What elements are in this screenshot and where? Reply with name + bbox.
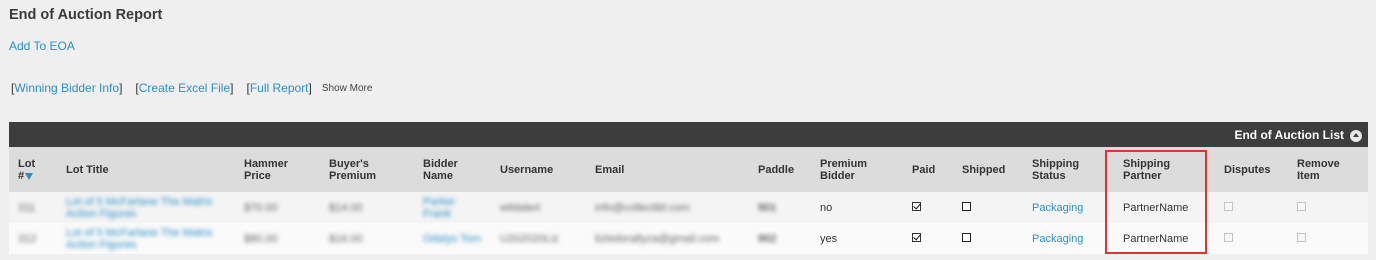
winning-bidder-info-link[interactable]: Winning Bidder Info [14,81,119,95]
full-report-link[interactable]: Full Report [250,81,309,95]
col-ship-status-header: Shipping Status [1032,157,1080,182]
paid-checkbox[interactable] [912,201,921,211]
col-paddle-header: Paddle [758,163,795,176]
winning-bidder-info-group: [Winning Bidder Info] [11,81,123,95]
shipping-status-link[interactable]: Packaging [1032,233,1083,245]
panel-title: End of Auction List [1234,127,1344,142]
col-premium-bidder-header: Premium Bidder [820,157,868,182]
disputes-checkbox[interactable] [1224,232,1233,242]
bidder-name-link[interactable]: Odalys Tom [414,223,491,254]
table-header-row: Lot # Lot Title Hammer Price Buyer's Premiu… [9,147,1368,192]
paid-checkbox[interactable] [912,232,921,242]
username: wildalert [500,201,541,214]
username: U202020Liz [500,232,559,245]
col-premium-header: Buyer's Premium [329,157,377,182]
show-more-link[interactable]: Show More [322,83,373,94]
paddle: 902 [758,232,777,245]
lot-title-link[interactable]: Lot of 5 McFarlane The Matrix Action Figu… [57,223,235,254]
premium-bidder: yes [820,232,838,245]
create-excel-file-link[interactable]: Create Excel File [139,81,230,95]
shipped-cell [953,223,1023,254]
disputes-checkbox[interactable] [1224,201,1233,211]
table-row: 312 Lot of 5 McFarlane The Matrix Action … [9,223,1368,254]
shipped-cell [953,192,1023,223]
table-row: 311 Lot of 5 McFarlane The Matrix Action … [9,192,1368,223]
paddle: 901 [758,201,777,214]
email: lizbidorallyza@gmail.com [595,232,720,245]
create-excel-group: [Create Excel File] [135,81,234,95]
col-remove-header: Remove Item [1297,157,1340,182]
add-to-eoa-link[interactable]: Add To EOA [9,39,75,53]
buyers-premium: $14.00 [329,201,363,214]
col-bidder-header: Bidder Name [423,157,458,182]
col-username-header: Username [500,163,554,176]
shipped-checkbox[interactable] [962,201,971,211]
email: info@collectibl.com [595,201,690,214]
col-paid-header: Paid [912,163,936,176]
disputes-cell [1215,192,1288,223]
sort-down-icon[interactable] [25,172,34,180]
page-title: End of Auction Report [9,7,163,23]
hammer-price: $70.00 [244,201,278,214]
disputes-cell [1215,223,1288,254]
report-actions: [Winning Bidder Info] [Create Excel File… [11,81,372,95]
col-lot-header[interactable]: Lot # [9,147,57,192]
auction-table: Lot # Lot Title Hammer Price Buyer's Premiu… [9,147,1368,254]
col-email-header: Email [595,163,625,176]
lot-number: 312 [18,232,37,245]
remove-item-checkbox[interactable] [1297,201,1306,211]
full-report-group: [Full Report] [246,81,312,95]
col-ship-partner-header: Shipping Partner [1123,157,1171,182]
panel-header: End of Auction List [9,122,1368,147]
premium-bidder: no [820,201,833,214]
paid-cell [903,223,953,254]
lot-title-link[interactable]: Lot of 5 McFarlane The Matrix Action Figu… [57,192,235,223]
shipping-status-cell: Packaging [1023,223,1114,254]
col-shipped-header: Shipped [962,163,1006,176]
collapse-icon[interactable] [1350,130,1362,142]
shipping-partner: PartnerName [1123,201,1189,214]
col-hammer-header: Hammer Price [244,157,289,182]
remove-cell [1288,223,1368,254]
col-disputes-header: Disputes [1224,163,1271,176]
paid-cell [903,192,953,223]
shipping-status-cell: Packaging [1023,192,1114,223]
shipping-status-link[interactable]: Packaging [1032,202,1083,214]
remove-cell [1288,192,1368,223]
hammer-price: $80.00 [244,232,278,245]
buyers-premium: $16.00 [329,232,363,245]
col-lot-title-header: Lot Title [66,163,109,176]
shipped-checkbox[interactable] [962,232,971,242]
shipping-partner: PartnerName [1123,232,1189,245]
bidder-name-link[interactable]: Parker Frank [414,192,491,223]
end-of-auction-panel: End of Auction List Lot # Lot Title Hamme… [9,122,1368,260]
lot-number: 311 [18,201,36,214]
remove-item-checkbox[interactable] [1297,232,1306,242]
